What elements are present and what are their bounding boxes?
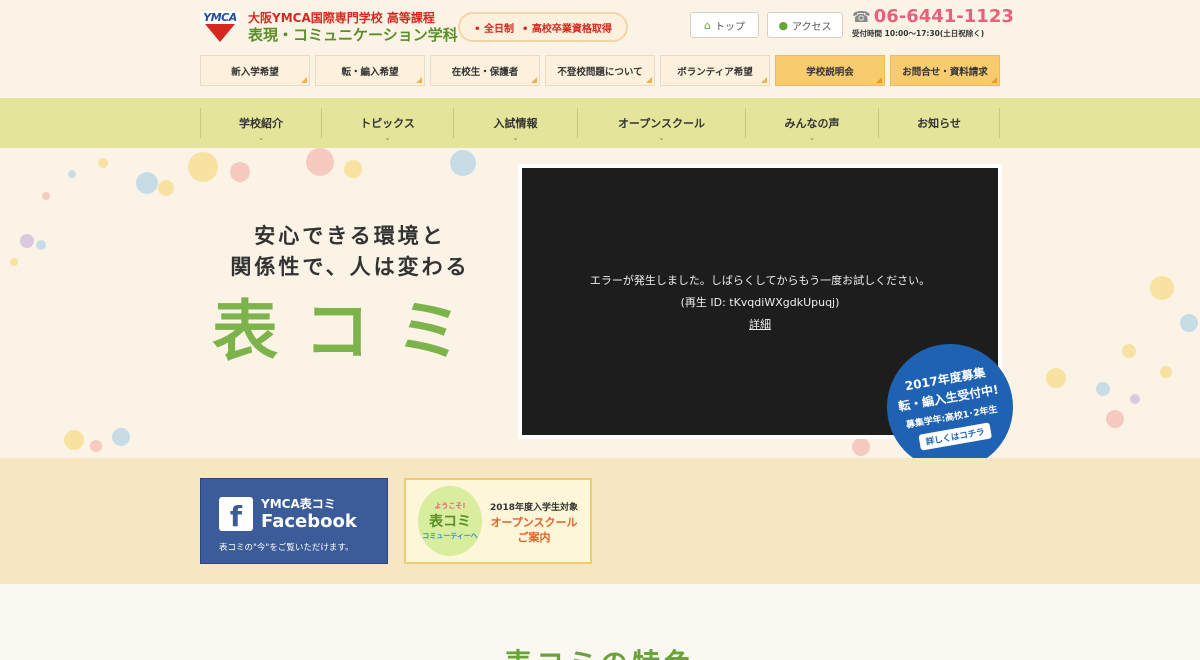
audience-nav: 新入学希望 転・編入希望 在校生・保護者 不登校問題について ボランティア希望 … bbox=[200, 55, 1000, 86]
facebook-banner-caption: 表コミの"今"をご覧いただけます。 bbox=[219, 543, 354, 553]
top-link-label: トップ bbox=[714, 21, 745, 33]
features-title: 表コミの特色 bbox=[0, 642, 1200, 660]
nav-item-open-school[interactable]: オープンスクール ⌄ bbox=[577, 108, 745, 142]
open-school-title: オープンスクール bbox=[490, 516, 578, 529]
reception-hours: 受付時間 10:00～17:30(土日祝除く) bbox=[852, 29, 985, 38]
nav-item-admissions[interactable]: 入試情報 ⌄ bbox=[453, 108, 577, 142]
subnav-truancy[interactable]: 不登校問題について bbox=[545, 55, 655, 86]
features-section: 表コミの特色 bbox=[0, 584, 1200, 660]
welcome-circle: ようこそ! 表コミ コミューティーへ bbox=[418, 486, 482, 556]
facebook-banner-brand: Facebook bbox=[261, 511, 357, 532]
top-link-button[interactable]: ⌂ トップ bbox=[690, 12, 759, 38]
welcome-circle-mid: 表コミ bbox=[429, 514, 471, 530]
subnav-contact[interactable]: お問合せ・資料請求 bbox=[890, 55, 1000, 86]
home-icon: ⌂ bbox=[704, 18, 711, 32]
open-school-target: 2018年度入学生対象 bbox=[489, 503, 579, 513]
facebook-banner[interactable]: f YMCA表コミ Facebook 表コミの"今"をご覧いただけます。 bbox=[200, 478, 388, 564]
logo-text: YMCA bbox=[200, 11, 240, 24]
video-error-message: エラーが発生しました。しばらくしてからもう一度お試しください。 bbox=[589, 273, 931, 287]
map-pin-icon: ● bbox=[778, 18, 789, 32]
phone-icon: ☎ bbox=[852, 8, 871, 26]
subnav-current-parents[interactable]: 在校生・保護者 bbox=[430, 55, 540, 86]
site-header: YMCA 大阪YMCA国際専門学校 高等課程 表現・コミュニケーション学科 • … bbox=[0, 0, 1200, 98]
ymca-logo[interactable]: YMCA bbox=[200, 10, 240, 42]
nav-item-about[interactable]: 学校紹介 ⌄ bbox=[200, 108, 321, 142]
welcome-circle-bottom: コミューティーへ bbox=[422, 532, 478, 540]
chevron-down-icon: ⌄ bbox=[658, 134, 665, 142]
access-link-label: アクセス bbox=[792, 21, 832, 33]
subnav-transfer[interactable]: 転・編入希望 bbox=[315, 55, 425, 86]
dept-name[interactable]: 表現・コミュニケーション学科 bbox=[248, 24, 458, 45]
facebook-banner-title: YMCA表コミ bbox=[261, 497, 336, 511]
subnav-volunteer[interactable]: ボランティア希望 bbox=[660, 55, 770, 86]
nav-item-voices[interactable]: みんなの声 ⌄ bbox=[745, 108, 878, 142]
subnav-new-student[interactable]: 新入学希望 bbox=[200, 55, 310, 86]
badge-item-diploma: • 高校卒業資格取得 bbox=[522, 23, 612, 35]
chevron-down-icon: ⌄ bbox=[512, 134, 519, 142]
main-nav: 学校紹介 ⌄ トピックス ⌄ 入試情報 ⌄ オープンスクール ⌄ みんなの声 ⌄… bbox=[0, 98, 1200, 148]
tagline-line-1: 安心できる環境と bbox=[254, 224, 446, 248]
course-badge: • 全日制 • 高校卒業資格取得 bbox=[458, 12, 628, 42]
nav-item-news[interactable]: お知らせ bbox=[878, 108, 1000, 138]
video-details-link[interactable]: 詳細 bbox=[749, 316, 771, 332]
access-link-button[interactable]: ● アクセス bbox=[767, 12, 843, 38]
badge-item-fulltime: • 全日制 bbox=[474, 23, 514, 35]
chevron-down-icon: ⌄ bbox=[809, 134, 815, 142]
banner-strip: f YMCA表コミ Facebook 表コミの"今"をご覧いただけます。 ようこ… bbox=[0, 458, 1200, 584]
phone-number[interactable]: ☎ 06-6441-1123 bbox=[852, 6, 1014, 27]
subnav-info-session[interactable]: 学校説明会 bbox=[775, 55, 885, 86]
open-school-banner[interactable]: ようこそ! 表コミ コミューティーへ 2018年度入学生対象 オープンスクール … bbox=[404, 478, 592, 564]
hero-section: 安心できる環境と 関係性で、人は変わる 表コミ エラーが発生しました。しばらくし… bbox=[0, 148, 1200, 458]
nav-item-topics[interactable]: トピックス ⌄ bbox=[321, 108, 453, 142]
chevron-down-icon: ⌄ bbox=[384, 134, 391, 142]
hero-title: 表コミ bbox=[212, 293, 488, 370]
welcome-circle-top: ようこそ! bbox=[434, 502, 466, 510]
open-school-guide: ご案内 bbox=[517, 531, 551, 544]
video-playback-id: (再生 ID: tKvqdiWXgdkUpuqj) bbox=[680, 295, 840, 309]
chevron-down-icon: ⌄ bbox=[258, 134, 264, 142]
facebook-icon: f bbox=[219, 497, 253, 531]
hero-tagline: 安心できる環境と 関係性で、人は変わる bbox=[200, 221, 500, 283]
